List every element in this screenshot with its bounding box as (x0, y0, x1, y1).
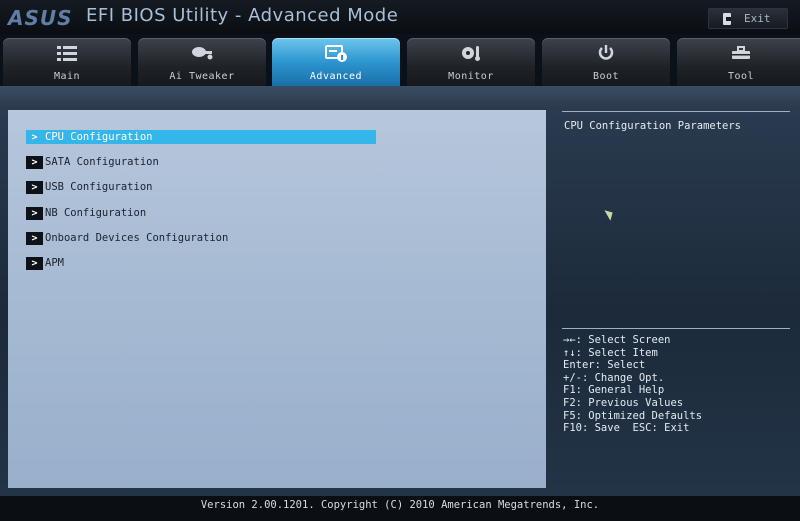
tab-label: Main (53, 71, 81, 82)
menu-item-usb-configuration[interactable]: > USB Configuration (26, 180, 152, 194)
advanced-icon (325, 45, 347, 62)
tab-ai-tweaker[interactable]: Ai Tweaker (138, 38, 266, 86)
tab-boot[interactable]: Boot (542, 38, 670, 86)
key-hint: +/-: Change Opt. (563, 371, 665, 384)
menu-item-label: NB Configuration (45, 207, 147, 219)
key-hint: Enter: Select (563, 359, 646, 372)
monitor-icon (462, 46, 480, 61)
key-hint: F2: Previous Values (563, 396, 684, 409)
menu-item-nb-configuration[interactable]: > NB Configuration (26, 206, 146, 220)
menu-item-apm[interactable]: > APM (26, 256, 64, 270)
menu-item-sata-configuration[interactable]: > SATA Configuration (26, 155, 159, 169)
menu-item-label: USB Configuration (45, 181, 153, 193)
key-legend: →←: Select Screen ↑↓: Select Item Enter:… (563, 334, 702, 435)
tab-label: Tool (727, 71, 755, 82)
list-icon (57, 46, 77, 61)
tab-advanced[interactable]: Advanced (272, 38, 400, 86)
menu-item-label: Onboard Devices Configuration (45, 232, 229, 244)
key-hint: F10: Save ESC: Exit (563, 422, 690, 435)
tab-label: Advanced (309, 71, 363, 82)
key-hint: →←: Select Screen (563, 334, 671, 346)
chevron-right-icon: > (26, 155, 43, 169)
tool-icon (732, 46, 750, 59)
tab-label: Monitor (448, 71, 494, 82)
exit-label: Exit (744, 12, 771, 25)
menu-item-label: CPU Configuration (45, 131, 153, 143)
key-hint: F1: General Help (563, 384, 665, 397)
tab-monitor[interactable]: Monitor (407, 38, 535, 86)
menu-item-onboard-devices-configuration[interactable]: > Onboard Devices Configuration (26, 231, 228, 245)
chevron-right-icon: > (26, 206, 43, 220)
power-icon (598, 45, 614, 60)
asus-logo: ASUS (8, 6, 73, 30)
tab-label: Ai Tweaker (169, 71, 235, 82)
version-footer: Version 2.00.1201. Copyright (C) 2010 Am… (0, 496, 800, 521)
chevron-right-icon: > (26, 231, 43, 245)
tab-tool[interactable]: Tool (677, 38, 800, 86)
key-hint: F5: Optimized Defaults (563, 409, 703, 422)
title-bar: ASUS EFI BIOS Utility - Advanced Mode Ex… (0, 0, 800, 34)
tweaker-icon (192, 47, 213, 60)
help-divider-top (562, 111, 790, 112)
tab-label: Boot (592, 71, 620, 82)
menu-item-label: APM (45, 257, 64, 269)
window-title: EFI BIOS Utility - Advanced Mode (86, 5, 399, 26)
help-divider-bottom (562, 328, 790, 329)
chevron-right-icon: > (26, 180, 43, 194)
tab-main[interactable]: Main (3, 38, 131, 86)
key-hint: ↑↓: Select Item (563, 346, 658, 359)
chevron-right-icon: > (26, 256, 43, 270)
tab-bar: Main Ai Tweaker Advanced Monitor Boot To… (0, 38, 800, 86)
exit-icon (723, 12, 734, 25)
content-header-strip (0, 86, 800, 110)
chevron-right-icon: > (26, 130, 43, 144)
menu-item-label: SATA Configuration (45, 156, 159, 168)
exit-button[interactable]: Exit (708, 8, 788, 29)
help-description: CPU Configuration Parameters (564, 120, 742, 132)
menu-item-cpu-configuration[interactable]: > CPU Configuration (26, 130, 376, 144)
